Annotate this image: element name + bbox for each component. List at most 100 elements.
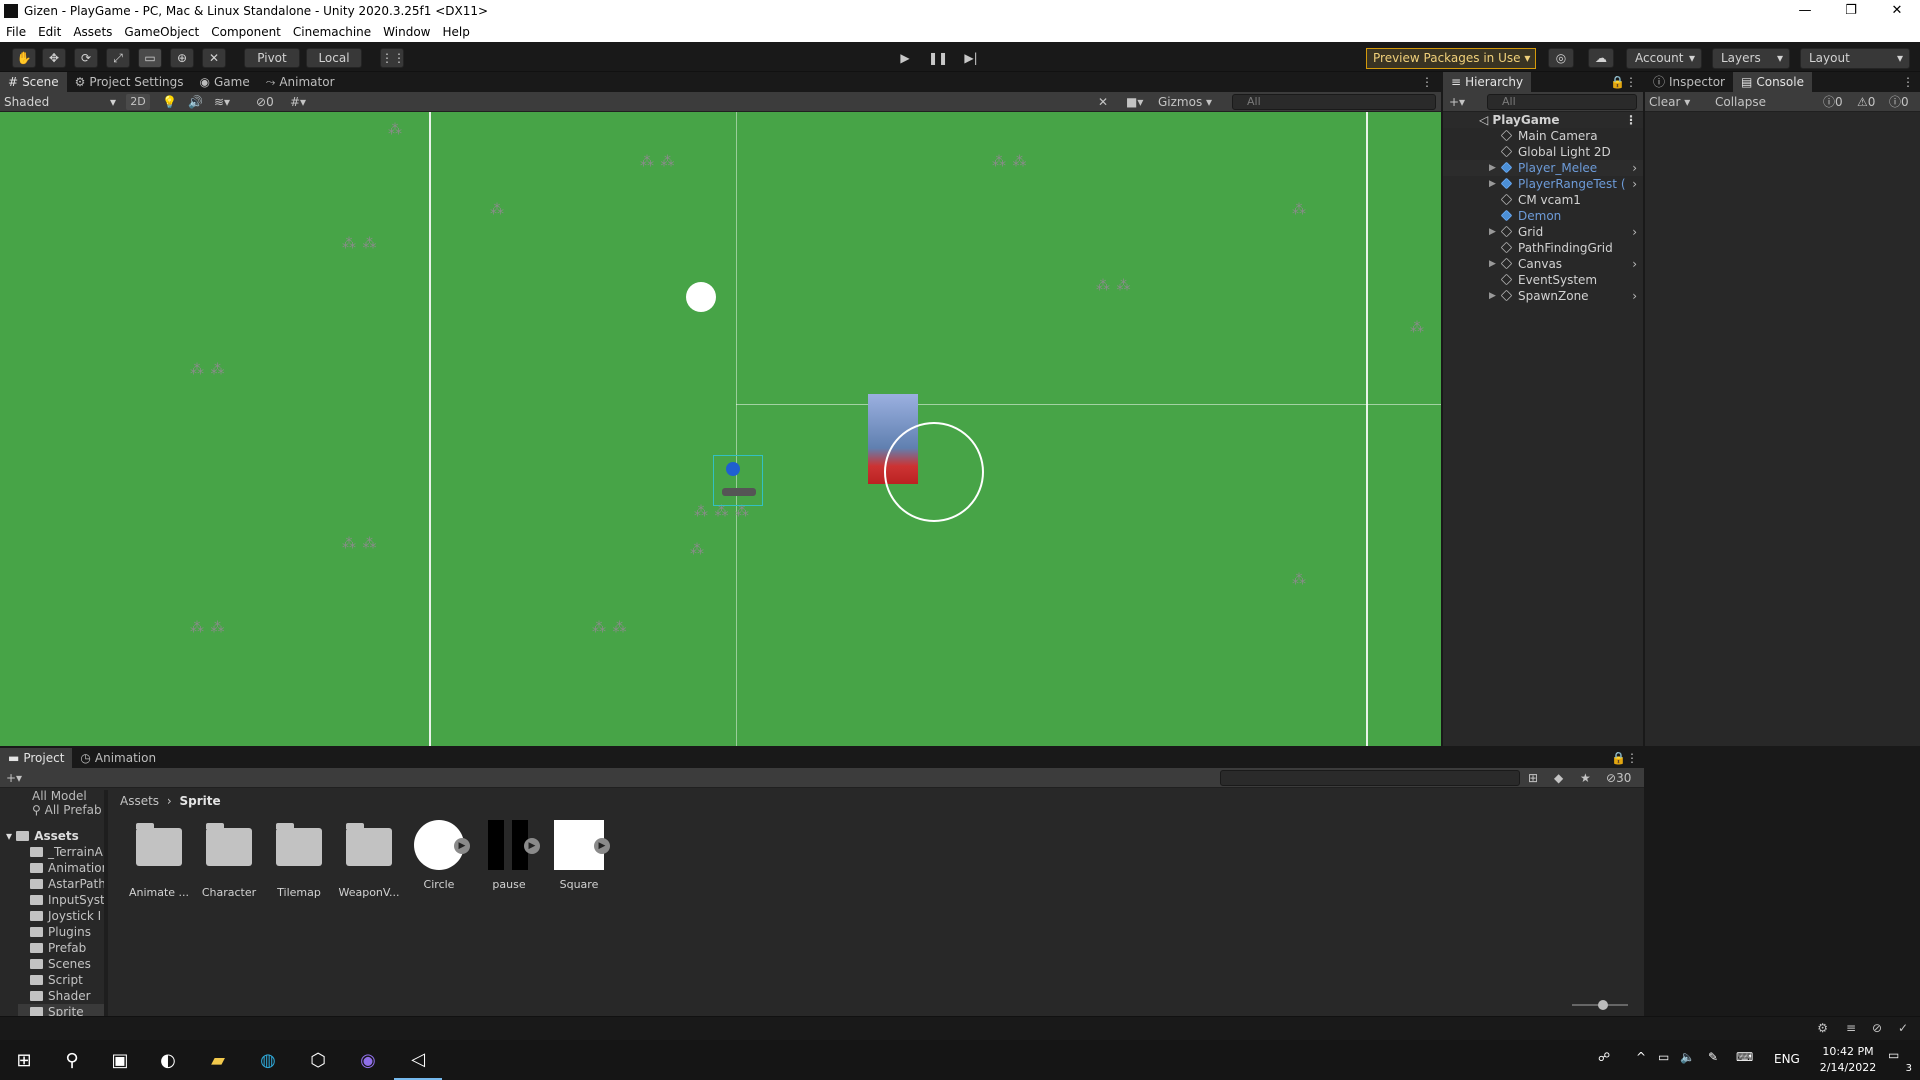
language-indicator[interactable]: ENG bbox=[1774, 1052, 1800, 1066]
tab-project[interactable]: ▬ Project bbox=[0, 748, 73, 768]
gizmos-dropdown[interactable]: Gizmos ▾ bbox=[1158, 93, 1212, 111]
grid-icon[interactable]: #▾ bbox=[290, 93, 306, 111]
debug-icon[interactable]: ✓ bbox=[1898, 1021, 1908, 1035]
tab-console[interactable]: ▤ Console bbox=[1733, 72, 1812, 92]
rect-tool-icon[interactable]: ▭ bbox=[138, 48, 162, 68]
prefab-open-icon[interactable]: › bbox=[1632, 160, 1637, 176]
tree-folder[interactable]: Script bbox=[18, 972, 108, 988]
joystick-object[interactable] bbox=[713, 455, 763, 506]
hierarchy-item[interactable]: Main Camera bbox=[1443, 128, 1643, 144]
tree-folder[interactable]: Sprite bbox=[18, 1004, 108, 1016]
step-button[interactable]: ▶| bbox=[958, 49, 984, 67]
scene-menu-icon[interactable]: ⋮ bbox=[1625, 112, 1637, 128]
zoom-slider[interactable] bbox=[1572, 1000, 1628, 1010]
expand-arrow-icon[interactable]: ▶ bbox=[1489, 256, 1496, 272]
collab-icon[interactable]: ◎ bbox=[1548, 48, 1574, 68]
hierarchy-item[interactable]: EventSystem bbox=[1443, 272, 1643, 288]
tree-folder[interactable]: _TerrainA bbox=[18, 844, 108, 860]
unity-editor-icon[interactable]: ◁ bbox=[394, 1040, 442, 1080]
preview-packages-button[interactable]: Preview Packages in Use ▾ bbox=[1366, 48, 1536, 69]
menu-help[interactable]: Help bbox=[437, 25, 476, 39]
zoom-slider-handle[interactable] bbox=[1598, 1000, 1608, 1010]
unity-hub-icon[interactable]: ⬡ bbox=[294, 1040, 342, 1080]
breadcrumb-assets[interactable]: Assets bbox=[120, 794, 159, 808]
move-tool-icon[interactable]: ✥ bbox=[42, 48, 66, 68]
clear-button[interactable]: Clear ▾ bbox=[1649, 93, 1690, 111]
add-object-button[interactable]: +▾ bbox=[1449, 93, 1465, 111]
console-menu-icon[interactable]: ⋮ bbox=[1902, 72, 1914, 92]
windows-start-icon[interactable]: ⊞ bbox=[0, 1040, 48, 1080]
hierarchy-item[interactable]: ▶ Canvas › bbox=[1443, 256, 1643, 272]
assets-root[interactable]: ▾ Assets bbox=[6, 828, 79, 844]
auto-generate-lighting-icon[interactable]: ⚙ bbox=[1817, 1021, 1828, 1035]
effects-icon[interactable]: ≋▾ bbox=[214, 93, 230, 111]
cloud-icon[interactable]: ☁ bbox=[1588, 48, 1614, 68]
play-button[interactable]: ▶ bbox=[892, 49, 918, 67]
tab-hierarchy[interactable]: ≡ Hierarchy bbox=[1443, 72, 1532, 92]
asset-item[interactable]: WeaponV... bbox=[338, 820, 400, 899]
search-by-type-icon[interactable]: ⊞ bbox=[1528, 769, 1538, 787]
error-count-toggle[interactable]: ⓘ0 bbox=[1889, 93, 1909, 111]
cache-server-icon[interactable]: ≡ bbox=[1846, 1021, 1856, 1035]
scale-tool-icon[interactable]: ⤢ bbox=[106, 48, 130, 68]
tree-folder[interactable]: Scenes bbox=[18, 956, 108, 972]
network-icon[interactable]: ⊘ bbox=[1872, 1021, 1882, 1035]
layout-dropdown[interactable]: Layout bbox=[1800, 48, 1910, 69]
people-icon[interactable]: ☍ bbox=[1598, 1050, 1610, 1064]
prefab-open-icon[interactable]: › bbox=[1632, 288, 1637, 304]
warning-count-toggle[interactable]: ⚠0 bbox=[1857, 93, 1875, 111]
network-tray-icon[interactable]: ▭ bbox=[1658, 1050, 1669, 1064]
hierarchy-item[interactable]: PathFindingGrid bbox=[1443, 240, 1643, 256]
tab-project-settings[interactable]: ⚙ Project Settings bbox=[67, 72, 192, 92]
menu-gameobject[interactable]: GameObject bbox=[118, 25, 205, 39]
expand-arrow-icon[interactable]: ▶ bbox=[1489, 176, 1496, 192]
edge-icon[interactable]: ◍ bbox=[244, 1040, 292, 1080]
prefab-open-icon[interactable]: › bbox=[1632, 224, 1637, 240]
label-icon[interactable]: ◆ bbox=[1554, 769, 1563, 787]
asset-item[interactable]: ▶ Square bbox=[548, 820, 610, 891]
hierarchy-item[interactable]: Demon bbox=[1443, 208, 1643, 224]
expand-subassets-icon[interactable]: ▶ bbox=[594, 838, 610, 854]
layers-dropdown[interactable]: Layers bbox=[1712, 48, 1790, 69]
tray-chevron-icon[interactable]: ^ bbox=[1636, 1050, 1646, 1064]
hierarchy-item[interactable]: ▶ SpawnZone › bbox=[1443, 288, 1643, 304]
scene-root[interactable]: ◁ PlayGame ⋮ bbox=[1443, 112, 1643, 128]
expand-arrow-icon[interactable]: ▶ bbox=[1489, 224, 1496, 240]
scene-viewport[interactable]: ⁂ ⁂ ⁂ ⁂ ⁂ ⁂ ⁂ ⁂ ⁂ ⁂ ⁂ ⁂ ⁂ ⁂ ⁂ ⁂ ⁂ ⁂ ⁂ ⁂ … bbox=[0, 112, 1441, 746]
lock-icon[interactable]: 🔒 bbox=[1610, 72, 1625, 92]
camera-icon[interactable]: ■▾ bbox=[1126, 93, 1143, 111]
pause-button[interactable]: ❚❚ bbox=[925, 49, 951, 67]
breadcrumb-sprite[interactable]: Sprite bbox=[180, 794, 221, 808]
hierarchy-item[interactable]: ▶ Player_Melee › bbox=[1443, 160, 1643, 176]
tab-inspector[interactable]: ⓘ Inspector bbox=[1645, 72, 1733, 92]
expand-subassets-icon[interactable]: ▶ bbox=[524, 838, 540, 854]
pen-icon[interactable]: ✎ bbox=[1708, 1050, 1718, 1064]
expand-arrow-icon[interactable]: ▶ bbox=[1489, 160, 1496, 176]
tree-folder[interactable]: Joystick I bbox=[18, 908, 108, 924]
minimize-button[interactable]: — bbox=[1782, 0, 1828, 22]
collapse-button[interactable]: Collapse bbox=[1715, 93, 1766, 111]
clock[interactable]: 10:42 PM 2/14/2022 bbox=[1808, 1044, 1888, 1076]
tree-folder[interactable]: Shader bbox=[18, 988, 108, 1004]
hierarchy-item[interactable]: CM vcam1 bbox=[1443, 192, 1643, 208]
task-view-icon[interactable]: ▣ bbox=[96, 1040, 144, 1080]
menu-assets[interactable]: Assets bbox=[67, 25, 118, 39]
expand-subassets-icon[interactable]: ▶ bbox=[454, 838, 470, 854]
keyboard-icon[interactable]: ⌨ bbox=[1736, 1050, 1753, 1064]
project-search-input[interactable] bbox=[1220, 770, 1520, 786]
tree-scrollbar[interactable] bbox=[104, 790, 108, 1016]
hierarchy-search-input[interactable]: All bbox=[1487, 94, 1637, 110]
tree-folder[interactable]: AstarPath bbox=[18, 876, 108, 892]
asset-item[interactable]: Tilemap bbox=[268, 820, 330, 899]
tab-scene[interactable]: # Scene bbox=[0, 72, 67, 92]
hand-tool-icon[interactable]: ✋ bbox=[12, 48, 36, 68]
tree-folder[interactable]: Animation bbox=[18, 860, 108, 876]
file-explorer-icon[interactable]: ▰ bbox=[194, 1040, 242, 1080]
expand-arrow-icon[interactable]: ▶ bbox=[1489, 288, 1496, 304]
transform-tool-icon[interactable]: ⊕ bbox=[170, 48, 194, 68]
hidden-packages-toggle[interactable]: ⊘30 bbox=[1606, 769, 1631, 787]
hierarchy-item[interactable]: ▶ Grid › bbox=[1443, 224, 1643, 240]
maximize-button[interactable]: ❐ bbox=[1828, 0, 1874, 22]
hierarchy-menu-icon[interactable]: ⋮ bbox=[1625, 72, 1637, 92]
asset-item[interactable]: ▶ Circle bbox=[408, 820, 470, 891]
